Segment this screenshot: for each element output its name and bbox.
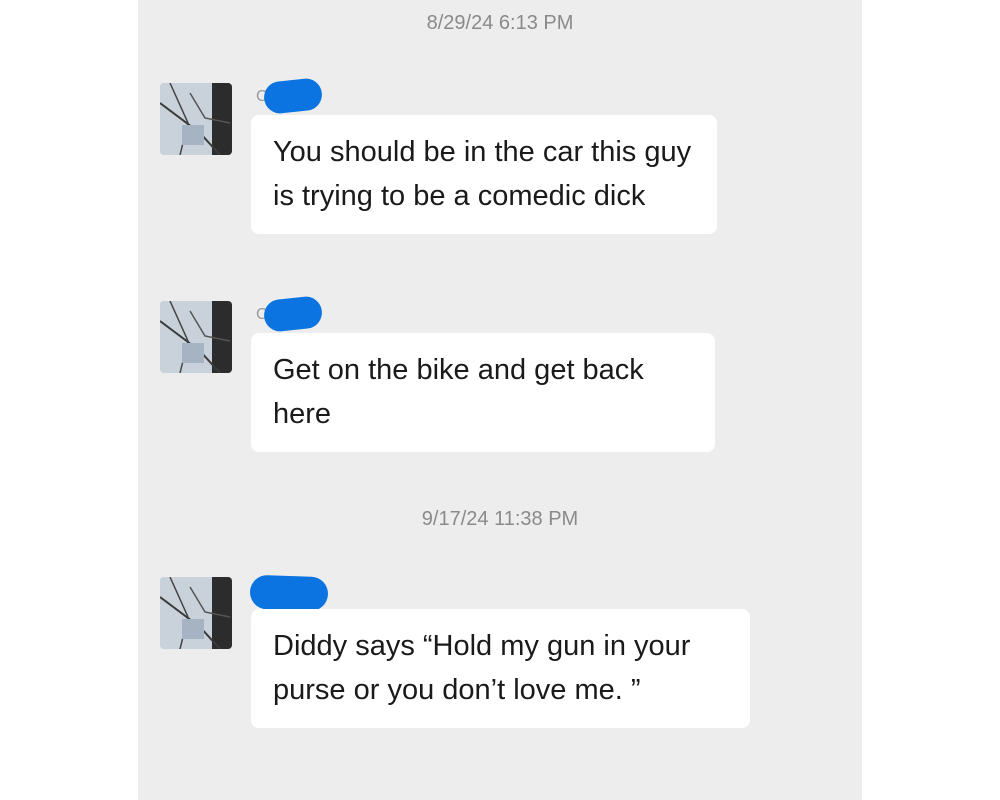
- message-text: You should be in the car this guy is try…: [273, 136, 692, 212]
- message-bubble[interactable]: Get on the bike and get back here: [251, 333, 715, 452]
- redaction-mark: [262, 77, 324, 115]
- redaction-mark: [262, 295, 324, 333]
- message-bubble[interactable]: You should be in the car this guy is try…: [251, 115, 717, 234]
- sender-avatar-icon[interactable]: [160, 83, 232, 155]
- timestamp: 8/29/24 6:13 PM: [426, 12, 574, 34]
- message-text: Get on the bike and get back here: [273, 354, 644, 430]
- message-text: Diddy says “Hold my gun in your purse or…: [273, 630, 691, 706]
- message-bubble[interactable]: Diddy says “Hold my gun in your purse or…: [251, 609, 750, 728]
- chat-message-list[interactable]: 8/29/24 6:13 PM C You should be in the c…: [138, 0, 862, 800]
- timestamp: 9/17/24 11:38 PM: [421, 508, 579, 530]
- sender-avatar-icon[interactable]: [160, 577, 232, 649]
- sender-avatar-icon[interactable]: [160, 301, 232, 373]
- redaction-mark: [249, 574, 329, 612]
